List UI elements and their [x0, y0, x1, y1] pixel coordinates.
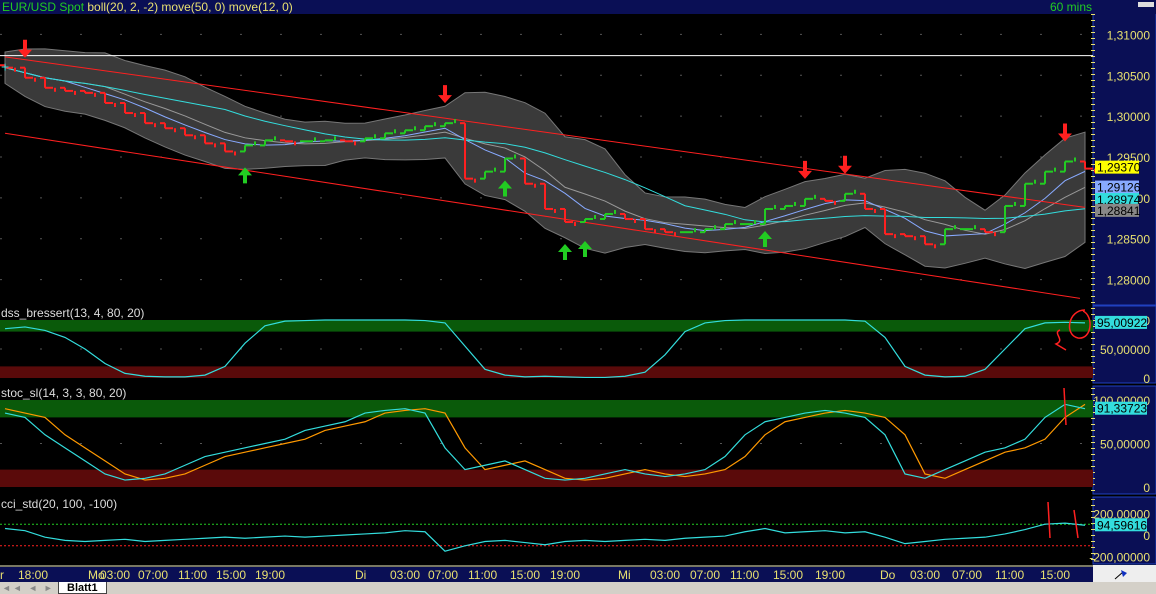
- last-value-label: 1,28841: [1097, 204, 1141, 218]
- last-value-label: 94,59616: [1097, 518, 1147, 532]
- panel-3-bg: [0, 497, 1093, 564]
- time-tick-label: r: [0, 568, 4, 582]
- time-tick-label: Do: [880, 568, 896, 582]
- osc-tick-label: 0: [1143, 481, 1150, 495]
- sheet-tab-blatt1[interactable]: Blatt1: [58, 582, 107, 594]
- time-tick-label: 19:00: [550, 568, 580, 582]
- time-tick-label: 03:00: [100, 568, 130, 582]
- dss-title: dss_bressert(13, 4, 80, 20): [1, 306, 144, 320]
- time-tick-label: Di: [355, 568, 366, 582]
- overbought-zone: [0, 320, 1093, 332]
- price-tick-label: 1,30000: [1107, 110, 1151, 124]
- chart-title: EUR/USD Spot boll(20, 2, -2) move(50, 0)…: [2, 0, 293, 14]
- time-tick-label: 18:00: [18, 568, 48, 582]
- crosshair-icon: +: [1, 59, 9, 75]
- time-tick-label: 07:00: [690, 568, 720, 582]
- time-tick-label: 11:00: [730, 568, 759, 582]
- overbought-zone: [0, 400, 1093, 418]
- window-button[interactable]: [1138, 2, 1154, 7]
- osc-tick-label: 50,00000: [1100, 438, 1150, 452]
- sheet-tab-bar: ◄◄ ◄ ► ►► Blatt1: [0, 582, 1156, 594]
- time-tick-label: 11:00: [178, 568, 207, 582]
- time-tick-label: 15:00: [773, 568, 803, 582]
- time-tick-label: 11:00: [995, 568, 1024, 582]
- last-value-label: 1,29370: [1097, 161, 1141, 175]
- time-tick-label: 19:00: [255, 568, 285, 582]
- price-tick-label: 1,28000: [1107, 274, 1151, 288]
- last-value-label: 91,33723: [1097, 402, 1147, 416]
- price-tick-label: 1,31000: [1107, 28, 1151, 42]
- trading-chart[interactable]: EUR/USD Spot boll(20, 2, -2) move(50, 0)…: [0, 0, 1156, 594]
- time-tick-label: 07:00: [138, 568, 168, 582]
- time-tick-label: 11:00: [468, 568, 497, 582]
- symbol-label: EUR/USD Spot: [2, 0, 87, 14]
- stoc-title: stoc_sl(14, 3, 3, 80, 20): [1, 386, 126, 400]
- osc-tick-label: 50,00000: [1100, 343, 1150, 357]
- time-tick-label: 15:00: [510, 568, 540, 582]
- osc-tick-label: -200,00000: [1089, 551, 1150, 565]
- price-tick-label: 1,30500: [1107, 69, 1151, 83]
- cci-title: cci_std(20, 100, -100): [1, 497, 117, 511]
- time-tick-label: 15:00: [216, 568, 246, 582]
- time-tick-label: 03:00: [390, 568, 420, 582]
- interval-label: 60 mins: [1050, 0, 1092, 14]
- last-value-label: 95,00922: [1097, 316, 1147, 330]
- time-tick-label: 07:00: [428, 568, 458, 582]
- price-tick-label: 1,28500: [1107, 233, 1151, 247]
- indicators-label: boll(20, 2, -2) move(50, 0) move(12, 0): [87, 0, 292, 14]
- time-tick-label: 19:00: [815, 568, 845, 582]
- corner-flag-button[interactable]: [1093, 565, 1156, 582]
- time-tick-label: 07:00: [952, 568, 982, 582]
- time-tick-label: 03:00: [910, 568, 940, 582]
- osc-tick-label: 0: [1143, 372, 1150, 386]
- time-tick-label: 03:00: [650, 568, 680, 582]
- time-tick-label: Mi: [618, 568, 631, 582]
- time-tick-label: 15:00: [1040, 568, 1070, 582]
